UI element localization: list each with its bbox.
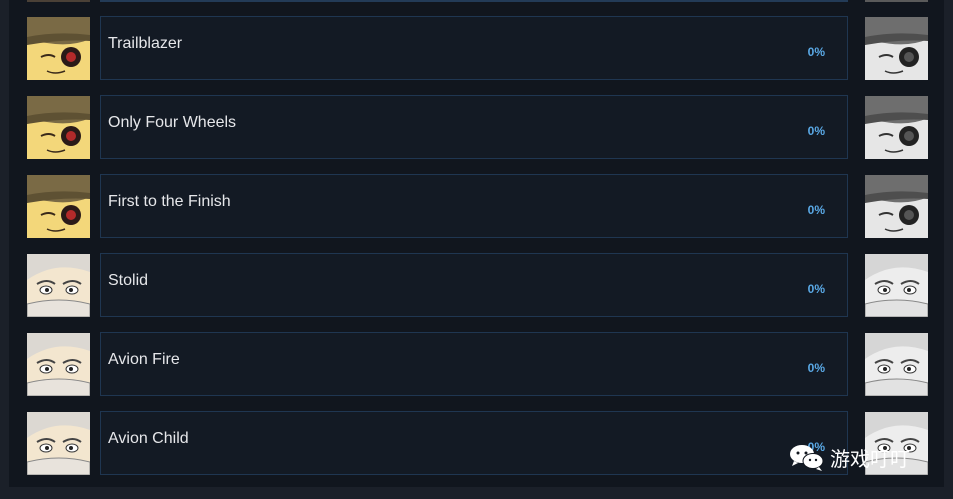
achievement-icon-locked <box>865 17 928 80</box>
old-man-portrait-gray-icon <box>865 333 928 396</box>
hat-character-portrait-icon <box>27 175 90 238</box>
achievement-unlock-percent: 0% <box>807 282 825 296</box>
achievement-row[interactable]: Only Four Wheels 0% <box>100 95 848 159</box>
achievement-icon-locked <box>865 333 928 396</box>
previous-row-edge <box>100 0 848 2</box>
achievement-icon-locked <box>865 96 928 159</box>
hat-character-portrait-icon <box>27 96 90 159</box>
achievement-title: Avion Child <box>108 430 189 447</box>
achievement-unlock-percent: 0% <box>807 45 825 59</box>
achievement-title: Avion Fire <box>108 351 180 368</box>
old-man-portrait-icon <box>27 333 90 396</box>
achievement-unlock-percent: 0% <box>807 203 825 217</box>
achievement-row[interactable]: Avion Child 0% <box>100 411 848 475</box>
achievement-row[interactable]: Trailblazer 0% <box>100 16 848 80</box>
hat-character-portrait-icon <box>27 17 90 80</box>
achievement-icon-unlocked <box>27 96 90 159</box>
achievement-icon-locked <box>865 254 928 317</box>
achievement-icon-unlocked <box>27 254 90 317</box>
hat-character-portrait-gray-icon <box>865 96 928 159</box>
achievement-title: First to the Finish <box>108 193 231 210</box>
wechat-icon <box>790 445 824 471</box>
previous-row-right-thumbnail-edge <box>865 0 928 2</box>
achievement-icon-unlocked <box>27 333 90 396</box>
old-man-portrait-icon <box>27 412 90 475</box>
achievement-title: Stolid <box>108 272 149 289</box>
watermark: 游戏叮叮 <box>788 440 910 474</box>
achievement-title: Trailblazer <box>108 35 183 52</box>
watermark-text: 游戏叮叮 <box>830 448 910 471</box>
hat-character-portrait-gray-icon <box>865 17 928 80</box>
achievement-icon-unlocked <box>27 175 90 238</box>
achievement-row[interactable]: First to the Finish 0% <box>100 174 848 238</box>
achievement-unlock-percent: 0% <box>807 361 825 375</box>
achievement-title: Only Four Wheels <box>108 114 237 131</box>
previous-row-left-thumbnail-edge <box>27 0 90 2</box>
hat-character-portrait-gray-icon <box>865 175 928 238</box>
old-man-portrait-icon <box>27 254 90 317</box>
old-man-portrait-gray-icon <box>865 254 928 317</box>
achievement-icon-unlocked <box>27 412 90 475</box>
achievement-icon-locked <box>865 175 928 238</box>
achievement-row[interactable]: Stolid 0% <box>100 253 848 317</box>
achievement-panel-frame: Trailblazer 0% Only Four Wheels 0% First… <box>0 0 953 499</box>
achievement-row[interactable]: Avion Fire 0% <box>100 332 848 396</box>
achievement-unlock-percent: 0% <box>807 124 825 138</box>
achievement-icon-unlocked <box>27 17 90 80</box>
